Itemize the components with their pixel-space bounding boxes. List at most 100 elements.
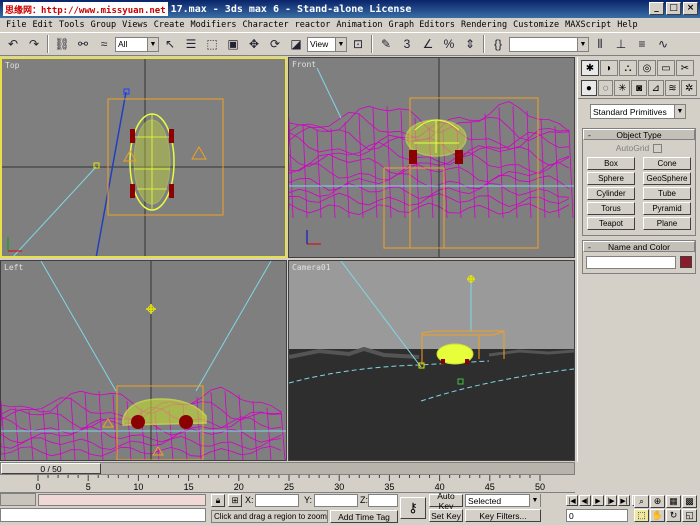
percent-snap-icon[interactable]: % [439,34,459,54]
menu-group[interactable]: Group [88,20,120,30]
menu-tools[interactable]: Tools [56,20,88,30]
select-and-link-icon[interactable]: ⛓ [52,34,72,54]
category-dropdown[interactable]: Standard Primitives ▼ [590,104,686,119]
select-and-manipulate-icon[interactable]: ✎ [376,34,396,54]
menu-rendering[interactable]: Rendering [458,20,510,30]
menu-views[interactable]: Views [119,20,151,30]
window-crossing-icon[interactable]: ▣ [223,34,243,54]
spinner-snap-icon[interactable]: ⇕ [460,34,480,54]
cylinder-button[interactable]: Cylinder [587,187,635,200]
curve-editor-icon[interactable]: ∿ [653,34,673,54]
menu-character[interactable]: Character [240,20,292,30]
menu-modifiers[interactable]: Modifiers [187,20,239,30]
zoom-extents-all-icon[interactable]: ▩ [682,495,697,508]
viewport-front[interactable]: Front [288,57,575,258]
redo-icon[interactable]: ↷ [24,34,44,54]
object-type-header[interactable]: - Object Type [583,129,695,140]
display-tab-icon[interactable]: ▭ [657,60,675,76]
set-key-button[interactable]: Set Key [429,509,463,522]
menu-file[interactable]: File [3,20,29,30]
unlink-icon[interactable]: ⚯ [73,34,93,54]
viewport-camera[interactable]: Camera01 [288,260,575,461]
helpers-icon[interactable]: ⊿ [647,80,664,96]
name-and-color-header[interactable]: - Name and Color [583,241,695,252]
create-tab-icon[interactable]: ✱ [581,60,599,76]
absolute-mode-icon[interactable]: ⊞ [228,494,242,507]
next-frame-icon[interactable]: |▶ [605,495,617,506]
torus-button[interactable]: Torus [587,202,635,215]
maxscript-output[interactable] [0,508,206,522]
geosphere-button[interactable]: GeoSphere [643,172,691,185]
play-icon[interactable]: ▶ [592,495,604,506]
menu-graph-editors[interactable]: Graph Editors [385,20,458,30]
sphere-button[interactable]: Sphere [587,172,635,185]
tube-button[interactable]: Tube [643,187,691,200]
named-selection-sets-dropdown[interactable]: ▼ [509,36,589,52]
object-color-swatch[interactable] [680,256,692,268]
cameras-icon[interactable]: ◙ [631,80,647,96]
bind-space-warp-icon[interactable]: ≈ [94,34,114,54]
region-zoom-icon[interactable]: ⬚ [634,509,649,522]
menu-create[interactable]: Create [151,20,188,30]
reference-coordinate-dropdown[interactable]: View ▼ [307,36,347,52]
rectangular-selection-icon[interactable]: ⬚ [202,34,222,54]
object-name-input[interactable] [586,256,676,269]
set-key-mode-icon[interactable]: ⚷ [400,497,426,519]
plane-button[interactable]: Plane [643,217,691,230]
previous-frame-icon[interactable]: ◀| [579,495,591,506]
pyramid-button[interactable]: Pyramid [643,202,691,215]
space-warps-icon[interactable]: ≋ [664,80,681,96]
arc-rotate-icon[interactable]: ↻ [666,509,681,522]
go-to-end-icon[interactable]: ▶| [618,495,630,506]
select-and-move-icon[interactable]: ✥ [244,34,264,54]
undo-icon[interactable]: ↶ [3,34,23,54]
zoom-icon[interactable]: ⌕ [634,495,649,508]
key-selection-dropdown[interactable]: Selected ▼ [465,494,541,507]
angle-snap-icon[interactable]: ∠ [418,34,438,54]
key-filters-button[interactable]: Key Filters... [465,509,541,522]
teapot-button[interactable]: Teapot [587,217,635,230]
hierarchy-tab-icon[interactable]: ⛬ [619,60,637,76]
select-and-scale-icon[interactable]: ◪ [286,34,306,54]
zoom-all-icon[interactable]: ⊕ [650,495,665,508]
time-slider[interactable]: 0 / 50 [1,463,101,474]
zoom-extents-icon[interactable]: ▦ [666,495,681,508]
pivot-center-icon[interactable]: ⊡ [348,34,368,54]
menu-edit[interactable]: Edit [29,20,55,30]
pan-icon[interactable]: ✋ [650,509,665,522]
close-button[interactable]: × [683,2,698,15]
autogrid-checkbox[interactable] [653,143,663,153]
z-coordinate-input[interactable] [368,494,398,507]
modify-tab-icon[interactable]: ◗ [600,60,618,76]
track-bar[interactable]: 0 5 10 15 20 25 30 35 40 45 50 [0,475,575,493]
utilities-tab-icon[interactable]: ✂ [676,60,694,76]
box-button[interactable]: Box [587,157,635,170]
maxscript-listener-icon[interactable] [0,493,36,506]
auto-key-button[interactable]: Auto Key [429,491,463,511]
motion-tab-icon[interactable]: ◎ [638,60,656,76]
menu-customize[interactable]: Customize [510,20,562,30]
cone-button[interactable]: Cone [643,157,691,170]
maximize-button[interactable]: □ [666,2,681,15]
selection-filter-dropdown[interactable]: All ▼ [115,36,159,52]
systems-icon[interactable]: ✲ [681,80,698,96]
y-coordinate-input[interactable] [314,494,358,507]
mirror-icon[interactable]: ⫴ [590,34,610,54]
time-slider-track[interactable]: 0 / 50 [0,462,575,475]
maxscript-mini-listener[interactable] [38,494,206,506]
named-selection-icon[interactable]: {} [488,34,508,54]
menu-help[interactable]: Help [614,20,640,30]
menu-animation[interactable]: Animation [333,20,385,30]
viewport-left[interactable]: Left [0,260,287,461]
select-by-name-icon[interactable]: ☰ [181,34,201,54]
viewport-top[interactable]: Top [0,57,287,258]
lights-icon[interactable]: ✳ [614,80,631,96]
maximize-viewport-icon[interactable]: ◱ [682,509,697,522]
select-object-icon[interactable]: ↖ [160,34,180,54]
menu-reactor[interactable]: reactor [292,20,334,30]
align-icon[interactable]: ⊥ [611,34,631,54]
menu-maxscript[interactable]: MAXScript [562,20,614,30]
layer-manager-icon[interactable]: ≡ [632,34,652,54]
current-frame-input[interactable]: 0 [566,509,628,522]
snap-toggle-icon[interactable]: 3 [397,34,417,54]
